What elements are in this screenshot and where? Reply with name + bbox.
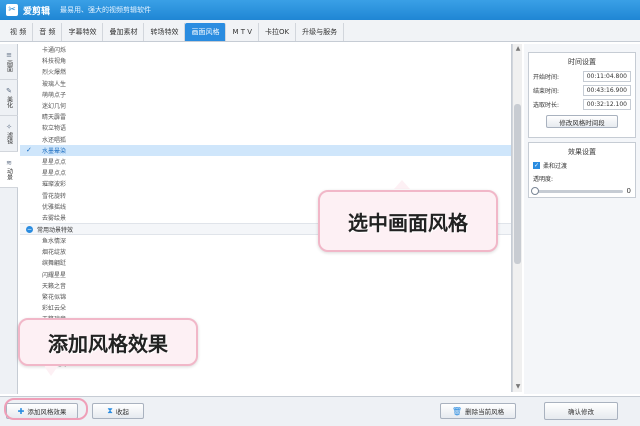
list-item[interactable]: 彩虹云朵 — [20, 302, 511, 313]
category-sidebar: ≡ 画面 ✎ 美化 ✧ 滤镜 ≋ 动景 — [0, 44, 18, 394]
tab-subtitle-effects[interactable]: 字幕特效 — [62, 23, 104, 41]
list-item[interactable]: 玻璃人生 — [20, 78, 511, 89]
delete-style-label: 删除当前风格 — [465, 408, 505, 416]
collapse-icon: − — [26, 225, 33, 233]
list-item[interactable]: 睛天霹雷 — [20, 111, 511, 122]
trash-icon: 🗑 — [451, 406, 463, 416]
soft-transition-label: 柔和过渡 — [543, 163, 568, 170]
sidebar-item-beautify[interactable]: ✎ 美化 — [0, 80, 18, 116]
waves-icon: ≋ — [6, 159, 12, 167]
duration-field[interactable]: 00:32:12.100 — [582, 98, 631, 110]
settings-panel: 时间设置 开始时间: 00:11:04.800 结束时间: 00:43:16.9… — [524, 44, 640, 394]
tab-karaoke[interactable]: 卡拉OK — [259, 23, 297, 41]
effect-settings-group: 效果设置 ✓ 柔和过渡 透明度: 0 — [528, 142, 636, 198]
delete-style-button[interactable]: 🗑 删除当前风格 — [440, 403, 516, 419]
sidebar-item-label: 美化 — [5, 96, 13, 108]
list-item[interactable]: 缤舞翩跹 — [20, 257, 511, 268]
list-item[interactable]: 软立物语 — [20, 122, 511, 133]
opacity-label-row: 透明度: — [529, 172, 635, 185]
confirm-modify-button[interactable]: 确认修改 — [544, 402, 618, 420]
wand-icon: ✧ — [6, 123, 12, 131]
end-time-row: 结束时间: 00:43:16.900 — [529, 83, 635, 97]
title-bar: ✂ 爱剪辑 最易用、强大的视频剪辑软件 — [0, 0, 640, 20]
list-item[interactable]: 星星点点 — [20, 167, 511, 178]
list-item[interactable]: 繁花似锦 — [20, 291, 511, 302]
app-name: 爱剪辑 — [23, 6, 51, 17]
list-item[interactable]: 科技视角 — [20, 55, 511, 66]
start-time-field[interactable]: 00:11:04.800 — [582, 70, 631, 82]
scroll-up-icon[interactable]: ▲ — [513, 44, 523, 54]
callout-arrow-select — [394, 180, 410, 189]
list-item[interactable]: 卡通闪烁 — [20, 44, 511, 55]
bottom-toolbar: ✚ 添加风格效果 ⧗ 收起 🗑 删除当前风格 确认修改 — [0, 396, 640, 426]
tab-audio[interactable]: 音 频 — [33, 23, 63, 41]
tab-frame-style[interactable]: 画面风格 — [185, 23, 227, 41]
collapse-label: 收起 — [115, 408, 129, 416]
scroll-thumb[interactable] — [514, 104, 521, 264]
list-scrollbar[interactable]: ▲ ▼ — [512, 44, 522, 392]
list-item[interactable]: 闪耀星星 — [20, 269, 511, 280]
sidebar-item-filter[interactable]: ✧ 滤镜 — [0, 116, 18, 152]
opacity-slider[interactable] — [531, 186, 623, 195]
sidebar-item-frame[interactable]: ≡ 画面 — [0, 44, 18, 80]
callout-add-style: 添加风格效果 — [18, 318, 198, 366]
modify-time-button[interactable]: 修改风格时间段 — [546, 115, 618, 128]
sidebar-item-label: 画面 — [5, 60, 13, 72]
highlight-ring — [4, 398, 88, 420]
start-time-label: 开始时间: — [533, 73, 560, 81]
app-slogan: 最易用、强大的视频剪辑软件 — [60, 6, 152, 14]
collapse-button[interactable]: ⧗ 收起 — [92, 403, 144, 419]
collapse-icon: ⧗ — [107, 406, 113, 415]
list-item[interactable]: 迷幻几何 — [20, 100, 511, 111]
sidebar-item-label: 动景 — [5, 168, 13, 180]
scroll-down-icon[interactable]: ▼ — [513, 382, 523, 392]
soft-transition-checkbox-row[interactable]: ✓ 柔和过渡 — [529, 159, 635, 172]
time-settings-group: 时间设置 开始时间: 00:11:04.800 结束时间: 00:43:16.9… — [528, 52, 636, 138]
opacity-value: 0 — [626, 187, 631, 195]
callout-arrow-add — [44, 366, 58, 376]
duration-row: 选取时长: 00:32:12.100 — [529, 97, 635, 111]
start-time-row: 开始时间: 00:11:04.800 — [529, 69, 635, 83]
duration-label: 选取时长: — [533, 101, 560, 109]
selected-style-label: 水墨晕染 — [42, 147, 67, 155]
effect-settings-title: 效果设置 — [568, 148, 596, 156]
end-time-field[interactable]: 00:43:16.900 — [582, 84, 631, 96]
list-item-selected[interactable]: ✓ 水墨晕染 — [20, 144, 511, 156]
app-logo-icon: ✂ — [6, 4, 18, 16]
checkmark-icon: ✓ — [26, 146, 32, 155]
group-title: 常用动景特效 — [37, 226, 74, 234]
list-item[interactable]: 璀璨波彩 — [20, 178, 511, 189]
list-item[interactable]: 烈火爆燃 — [20, 66, 511, 77]
tab-mtv[interactable]: M T V — [226, 23, 260, 41]
frame-icon: ≡ — [6, 51, 12, 59]
end-time-label: 结束时间: — [533, 87, 560, 95]
tab-overlay-materials[interactable]: 叠加素材 — [103, 23, 145, 41]
main-tab-bar: 视 频 音 频 字幕特效 叠加素材 转场特效 画面风格 M T V 卡拉OK 升… — [0, 20, 640, 42]
opacity-label: 透明度: — [533, 176, 554, 183]
opacity-slider-row: 0 — [529, 185, 635, 197]
tab-video[interactable]: 视 频 — [4, 23, 34, 41]
tab-upgrade-service[interactable]: 升级与服务 — [296, 23, 345, 41]
checkbox-checked-icon[interactable]: ✓ — [533, 162, 540, 169]
list-item[interactable]: 萌萌点子 — [20, 89, 511, 100]
list-item[interactable]: 天籁之音 — [20, 280, 511, 291]
sidebar-item-animated-scene[interactable]: ≋ 动景 — [0, 152, 18, 188]
list-item[interactable]: 星星点点 — [20, 156, 511, 167]
sidebar-item-label: 滤镜 — [5, 132, 13, 144]
callout-select-style: 选中画面风格 — [318, 190, 498, 252]
brush-icon: ✎ — [6, 87, 12, 95]
time-settings-title: 时间设置 — [568, 58, 596, 66]
tab-transition-effects[interactable]: 转场特效 — [144, 23, 186, 41]
list-item[interactable]: 水还唱狐 — [20, 134, 511, 145]
opacity-slider-knob[interactable] — [531, 186, 539, 195]
